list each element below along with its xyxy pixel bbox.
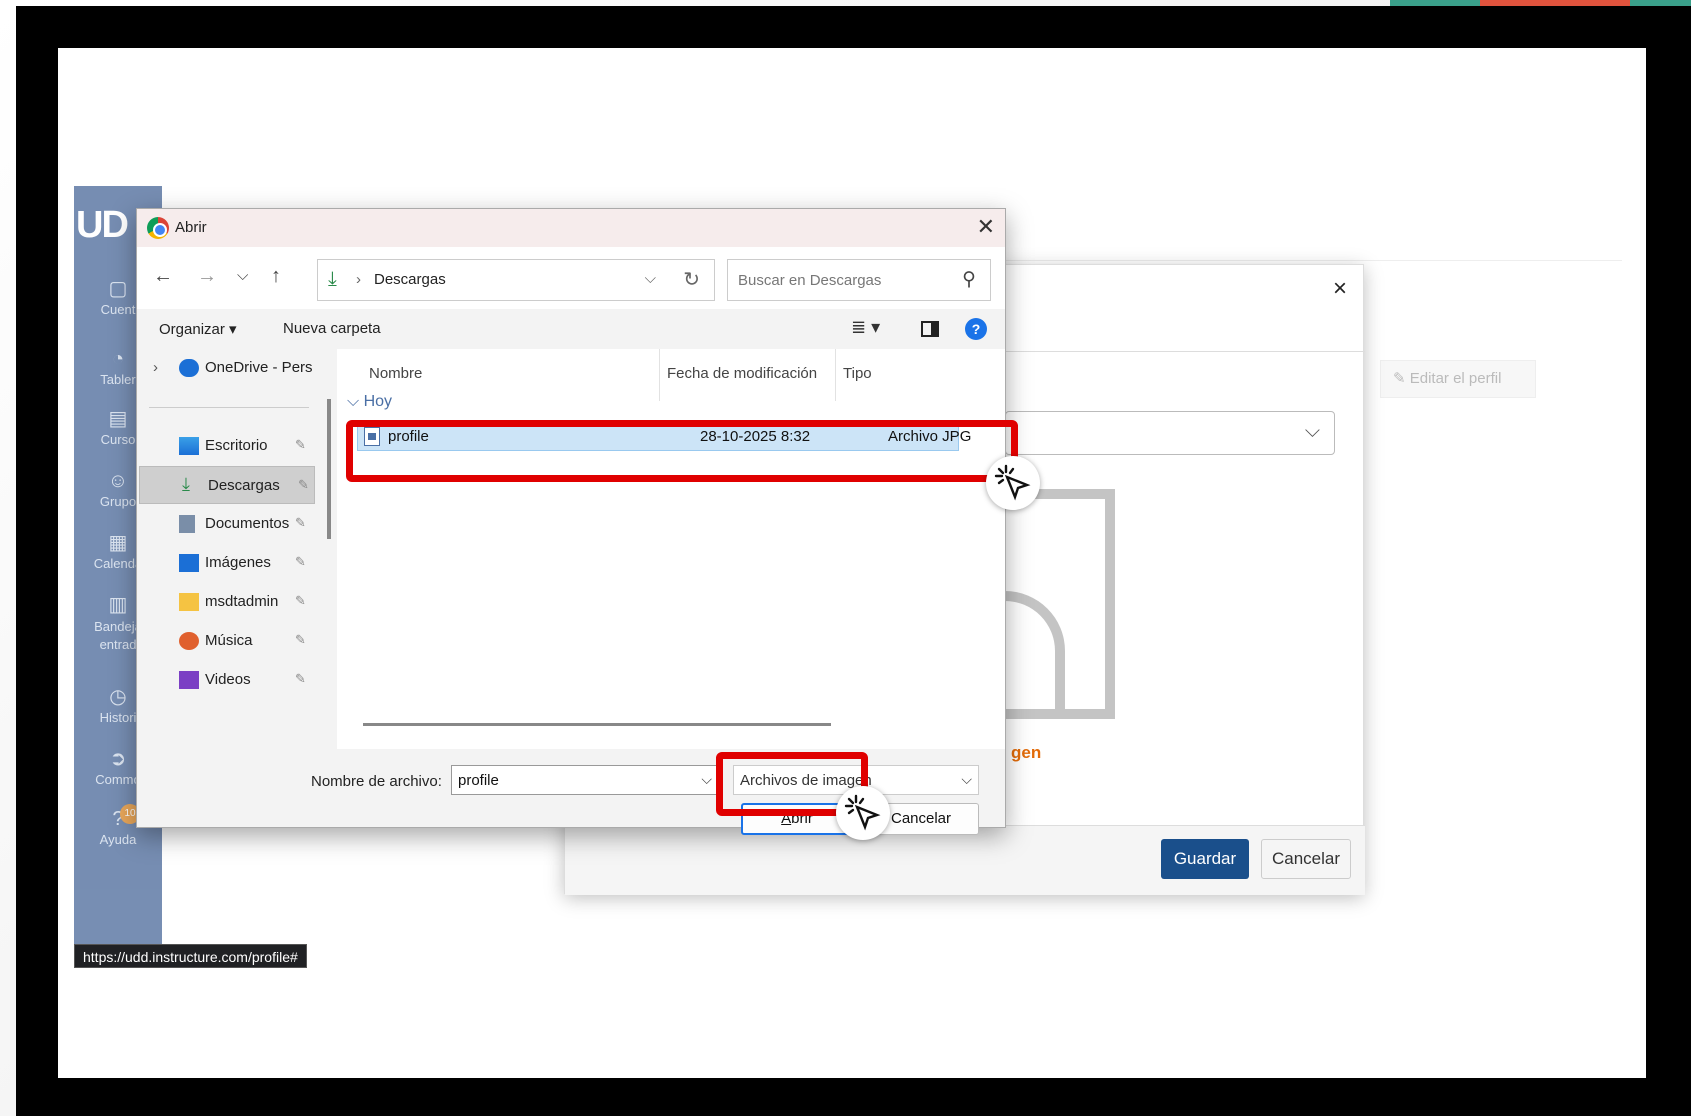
dialog-toolbar: Organizar ▾ Nueva carpeta ≣ ▾ ?	[137, 309, 1005, 349]
file-open-dialog: Abrir ✕ ← → ⌵ ↑ ⤓ › Descargas ⌵ ↻ Buscar…	[136, 208, 1006, 835]
column-header-name[interactable]: Nombre	[369, 365, 422, 382]
organize-menu[interactable]: Organizar ▾	[159, 320, 237, 338]
sidebar-item-msdtadmin[interactable]: msdtadmin ✎	[137, 583, 315, 621]
avatar-icon: ▢	[108, 278, 128, 300]
forward-arrow-icon[interactable]: →	[197, 265, 217, 288]
folder-icon	[179, 593, 199, 611]
pin-icon: ✎	[298, 477, 309, 492]
preview-pane-icon[interactable]	[921, 321, 939, 337]
breadcrumb-separator-icon: ›	[356, 271, 361, 288]
book-icon: ▤	[108, 408, 128, 430]
up-arrow-icon[interactable]: ↑	[271, 265, 281, 288]
navigation-pane: › OneDrive - Pers Escritorio ✎ ⤓ Descarga…	[137, 349, 327, 749]
search-input[interactable]: Buscar en Descargas ⚲	[727, 259, 991, 301]
pin-icon: ✎	[295, 437, 306, 452]
pin-icon: ✎	[295, 632, 306, 647]
download-icon: ⤓	[328, 268, 337, 290]
file-list: Nombre Fecha de modificación Tipo ⌵ Hoy …	[337, 349, 1005, 749]
sidebar-item-videos[interactable]: Videos ✎	[137, 661, 315, 699]
chevron-down-icon: ⌵	[1304, 420, 1320, 442]
pane-divider	[149, 407, 309, 408]
chevron-down-icon[interactable]: ⌵	[701, 771, 712, 788]
document-icon	[179, 515, 195, 533]
address-bar[interactable]: ⤓ › Descargas ⌵ ↻	[317, 259, 715, 301]
navigation-pane-scrollbar[interactable]	[327, 399, 331, 539]
browser-screen: UD ▢ Cuent ◔ Tabler ▤ Curso ☺ Grupo ▦ Calenda…	[58, 48, 1646, 1078]
inbox-icon: ▥	[108, 594, 128, 616]
view-options-icon[interactable]: ≣ ▾	[851, 317, 880, 338]
sidebar-item-imagenes[interactable]: Imágenes ✎	[137, 544, 315, 582]
dashboard-icon: ◔	[111, 348, 125, 370]
dialog-title: Abrir	[175, 219, 207, 236]
status-bar-url: https://udd.instructure.com/profile#	[74, 944, 307, 968]
sidebar-item-onedrive[interactable]: › OneDrive - Pers	[137, 349, 315, 387]
image-placeholder-icon	[945, 489, 1115, 719]
close-icon[interactable]: ✕	[977, 214, 995, 240]
file-list-scrollbar[interactable]	[363, 723, 831, 726]
calendar-icon: ▦	[108, 532, 128, 554]
sidebar-item-documentos[interactable]: Documentos ✎	[137, 505, 315, 543]
pin-icon: ✎	[295, 671, 306, 686]
recent-locations-chevron-icon[interactable]: ⌵	[237, 267, 248, 284]
back-arrow-icon[interactable]: ←	[153, 265, 173, 288]
new-folder-button[interactable]: Nueva carpeta	[283, 320, 381, 337]
search-icon: ⚲	[962, 269, 976, 290]
chevron-right-icon[interactable]: ›	[153, 359, 158, 376]
filename-input[interactable]: profile ⌵	[451, 765, 719, 795]
desktop-icon	[179, 437, 199, 455]
chevron-down-icon[interactable]: ⌵	[645, 270, 656, 287]
image-icon	[179, 554, 199, 572]
sidebar-item-musica[interactable]: Música ✎	[137, 622, 315, 660]
column-header-type[interactable]: Tipo	[843, 365, 872, 382]
group-header-today[interactable]: ⌵ Hoy	[347, 393, 392, 411]
picture-source-select[interactable]: ⌵	[1005, 411, 1335, 455]
sidebar-item-escritorio[interactable]: Escritorio ✎	[137, 427, 315, 465]
save-button[interactable]: Guardar	[1161, 839, 1249, 879]
chevron-down-icon: ⌵	[961, 771, 972, 787]
sidebar-item-descargas[interactable]: ⤓ Descargas ✎	[139, 466, 315, 504]
help-icon[interactable]: ?	[965, 318, 987, 340]
clock-icon: ◷	[109, 686, 127, 708]
highlight-file-row	[346, 420, 1018, 482]
pin-icon: ✎	[295, 515, 306, 530]
music-icon	[179, 632, 199, 650]
dialog-titlebar: Abrir ✕	[137, 209, 1005, 247]
edit-profile-button[interactable]: ✎ Editar el perfil	[1380, 360, 1536, 398]
column-header-date[interactable]: Fecha de modificación	[667, 365, 817, 382]
navigation-row: ← → ⌵ ↑ ⤓ › Descargas ⌵ ↻ Buscar en Desc…	[137, 247, 1005, 309]
search-placeholder: Buscar en Descargas	[738, 272, 882, 289]
cloud-icon	[179, 359, 199, 377]
click-cursor-icon	[986, 456, 1040, 510]
chrome-icon	[147, 217, 169, 239]
filename-label: Nombre de archivo:	[311, 773, 442, 790]
choose-image-link[interactable]: gen	[1011, 743, 1041, 763]
video-icon	[179, 671, 199, 689]
click-cursor-icon	[836, 786, 890, 840]
refresh-icon[interactable]: ↻	[683, 267, 700, 292]
groups-icon: ☺	[107, 470, 129, 492]
cancel-button[interactable]: Cancelar	[1261, 839, 1351, 879]
commons-arrow-icon: ➲	[109, 748, 127, 770]
address-folder: Descargas	[374, 271, 446, 288]
pin-icon: ✎	[295, 593, 306, 608]
close-icon[interactable]: ×	[1333, 275, 1347, 303]
pin-icon: ✎	[295, 554, 306, 569]
download-icon: ⤓	[182, 474, 190, 494]
